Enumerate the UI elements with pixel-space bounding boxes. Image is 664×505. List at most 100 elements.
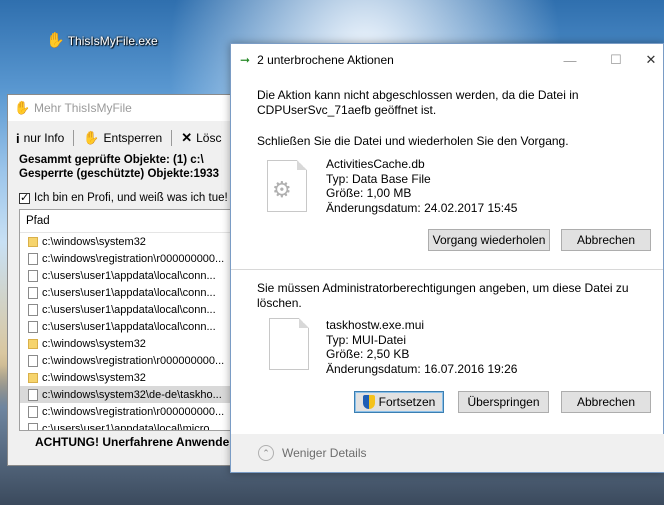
info-button[interactable]: i nur Info bbox=[13, 131, 67, 146]
admin-permission-section: Sie müssen Administratorberechtigungen a… bbox=[231, 269, 663, 435]
list-item[interactable]: c:\windows\registration\r000000000... bbox=[20, 352, 230, 369]
desktop-shortcut[interactable]: ✋ ThisIsMyFile.exe bbox=[46, 33, 158, 48]
minimize-button[interactable]: — bbox=[547, 44, 593, 76]
chevron-up-icon: ⌃ bbox=[258, 445, 274, 461]
skip-button[interactable]: Überspringen bbox=[458, 391, 549, 413]
toolbar: i nur Info ✋ Entsperren ✕ Lösc bbox=[8, 127, 234, 149]
close-icon: ✕ bbox=[181, 130, 193, 145]
details-toggle[interactable]: ⌃ Weniger Details bbox=[231, 434, 664, 472]
delete-button[interactable]: ✕ Lösc bbox=[178, 130, 224, 146]
retry-button[interactable]: Vorgang wiederholen bbox=[428, 229, 550, 251]
list-item-path: c:\windows\system32 bbox=[42, 371, 146, 384]
list-item-path: c:\users\user1\appdata\local\micro... bbox=[42, 422, 219, 431]
locked-objects: Gesperrte (geschützte) Objekte:1933 bbox=[19, 168, 220, 180]
cancel-button[interactable]: Abbrechen bbox=[561, 391, 651, 413]
list-item[interactable]: c:\windows\registration\r000000000... bbox=[20, 403, 230, 420]
open-file-hint: Schließen Sie die Datei und wiederholen … bbox=[257, 134, 569, 148]
file-icon bbox=[28, 422, 38, 430]
list-item[interactable]: c:\windows\system32\de-de\taskho... bbox=[20, 386, 230, 403]
file-icon bbox=[28, 320, 38, 333]
open-file-section: Die Aktion kann nicht abgeschlossen werd… bbox=[231, 76, 663, 269]
maximize-button[interactable]: ☐ bbox=[593, 44, 639, 76]
info-icon: i bbox=[16, 130, 20, 146]
uac-shield-icon bbox=[362, 395, 375, 409]
open-file-message: Die Aktion kann nicht abgeschlossen werd… bbox=[257, 88, 579, 117]
file-icon bbox=[269, 318, 309, 370]
profi-checkbox[interactable] bbox=[19, 191, 30, 204]
file-details: ActivitiesCache.db Typ: Data Base File G… bbox=[326, 157, 517, 215]
copy-arrow-icon: ➞ bbox=[240, 53, 251, 67]
file-icon bbox=[28, 252, 38, 265]
file-size: Größe: 1,00 MB bbox=[326, 186, 412, 200]
window-titlebar[interactable]: ✋ Mehr ThisIsMyFile bbox=[8, 95, 234, 121]
list-item[interactable]: c:\windows\system32 bbox=[20, 233, 230, 250]
list-item[interactable]: c:\windows\registration\r000000000... bbox=[20, 250, 230, 267]
list-item[interactable]: c:\windows\system32 bbox=[20, 369, 230, 386]
list-item[interactable]: c:\windows\system32 bbox=[20, 335, 230, 352]
list-item-path: c:\users\user1\appdata\local\conn... bbox=[42, 286, 216, 299]
file-type: Typ: MUI-Datei bbox=[326, 332, 407, 347]
file-size: Größe: 2,50 KB bbox=[326, 347, 410, 361]
list-item[interactable]: c:\users\user1\appdata\local\conn... bbox=[20, 301, 230, 318]
folder-icon bbox=[28, 372, 38, 383]
list-item[interactable]: c:\users\user1\appdata\local\conn... bbox=[20, 284, 230, 301]
unlock-button[interactable]: ✋ Entsperren bbox=[80, 130, 165, 146]
list-item-path: c:\windows\registration\r000000000... bbox=[42, 405, 225, 418]
file-icon bbox=[28, 303, 38, 316]
delete-button-label: Lösc bbox=[196, 131, 222, 145]
continue-button[interactable]: Fortsetzen bbox=[354, 391, 444, 413]
profi-checkbox-row[interactable]: Ich bin en Profi, und weiß was ich tue! bbox=[8, 191, 234, 204]
list-item-path: c:\windows\system32 bbox=[42, 235, 146, 248]
list-item-path: c:\users\user1\appdata\local\conn... bbox=[42, 320, 216, 333]
minimize-icon: — bbox=[563, 52, 577, 68]
file-icon bbox=[28, 354, 38, 367]
interrupted-actions-dialog: ➞ 2 unterbrochene Aktionen — ☐ ✕ Die Akt… bbox=[230, 43, 664, 473]
list-item-path: c:\windows\registration\r000000000... bbox=[42, 354, 225, 367]
toolbar-separator bbox=[73, 130, 75, 146]
column-header-path[interactable]: Pfad bbox=[20, 210, 230, 233]
file-name: ActivitiesCache.db bbox=[326, 157, 425, 171]
file-icon bbox=[28, 286, 38, 299]
window-title: Mehr ThisIsMyFile bbox=[34, 101, 132, 115]
list-item[interactable]: c:\users\user1\appdata\local\micro... bbox=[20, 420, 230, 431]
continue-button-label: Fortsetzen bbox=[378, 395, 436, 409]
folder-icon bbox=[28, 236, 38, 247]
file-icon bbox=[28, 405, 38, 418]
file-icon bbox=[28, 388, 38, 401]
close-icon: ✕ bbox=[645, 52, 657, 67]
close-button[interactable]: ✕ bbox=[639, 44, 663, 76]
checked-objects: Gesammt geprüfte Objekte: (1) c:\ bbox=[19, 154, 204, 166]
toolbar-separator bbox=[171, 130, 173, 146]
database-file-icon: ⚙ bbox=[267, 160, 307, 212]
thisismyfile-window: ✋ Mehr ThisIsMyFile i nur Info ✋ Entsper… bbox=[7, 94, 235, 466]
file-type: Typ: Data Base File bbox=[326, 171, 431, 186]
admin-message: Sie müssen Administratorberechtigungen a… bbox=[257, 281, 629, 310]
hand-icon: ✋ bbox=[14, 100, 31, 115]
list-item-path: c:\users\user1\appdata\local\conn... bbox=[42, 269, 216, 282]
gear-icon: ⚙ bbox=[272, 177, 292, 202]
unlock-button-label: Entsperren bbox=[103, 131, 163, 145]
file-name: taskhostw.exe.mui bbox=[326, 318, 425, 332]
list-item[interactable]: c:\users\user1\appdata\local\conn... bbox=[20, 267, 230, 284]
list-item-path: c:\windows\system32 bbox=[42, 337, 146, 350]
path-list[interactable]: Pfad c:\windows\system32 c:\windows\regis… bbox=[19, 209, 231, 431]
profi-checkbox-label: Ich bin en Profi, und weiß was ich tue! bbox=[34, 192, 228, 204]
info-button-label: nur Info bbox=[23, 131, 65, 145]
warning-text: ACHTUNG! Unerfahrene Anwende bbox=[35, 435, 230, 449]
fewer-details-label: Weniger Details bbox=[282, 446, 367, 460]
file-date: Änderungsdatum: 16.07.2016 19:26 bbox=[326, 361, 518, 376]
list-item[interactable]: c:\users\user1\appdata\local\conn... bbox=[20, 318, 230, 335]
folder-icon bbox=[28, 338, 38, 349]
list-item-path: c:\windows\registration\r000000000... bbox=[42, 252, 225, 265]
summary: Gesammt geprüfte Objekte: (1) c:\ Gesper… bbox=[8, 149, 234, 181]
cancel-button[interactable]: Abbrechen bbox=[561, 229, 651, 251]
list-item-path: c:\windows\system32\de-de\taskho... bbox=[42, 388, 222, 401]
dialog-titlebar[interactable]: ➞ 2 unterbrochene Aktionen — ☐ ✕ bbox=[231, 44, 663, 76]
desktop-shortcut-label: ThisIsMyFile.exe bbox=[67, 33, 158, 48]
file-date: Änderungsdatum: 24.02.2017 15:45 bbox=[326, 200, 518, 215]
hand-icon: ✋ bbox=[46, 32, 65, 49]
dialog-title: 2 unterbrochene Aktionen bbox=[257, 53, 394, 67]
hand-icon: ✋ bbox=[83, 130, 100, 145]
file-details: taskhostw.exe.mui Typ: MUI-Datei Größe: … bbox=[326, 318, 517, 376]
maximize-icon: ☐ bbox=[610, 52, 622, 67]
